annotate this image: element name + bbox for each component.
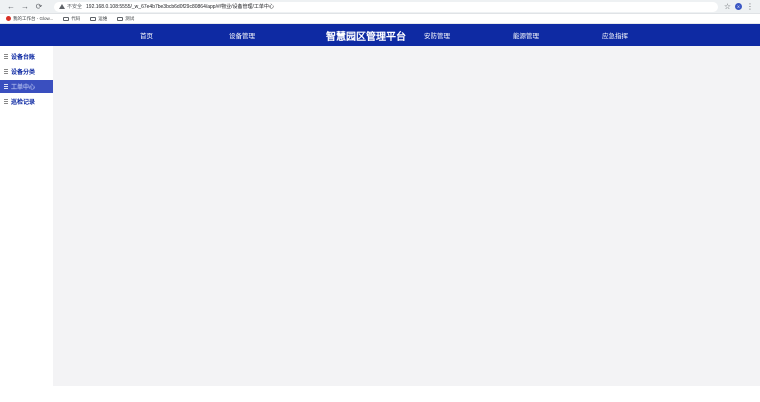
bookmarks-bar: 我的工作台 - Glow... 代码 运维 测试 xyxy=(0,14,760,24)
nav-energy[interactable]: 能源管理 xyxy=(513,24,539,46)
list-icon xyxy=(4,54,8,59)
profile-avatar[interactable]: X xyxy=(735,3,742,10)
browser-menu-icon[interactable]: ⋮ xyxy=(746,2,754,11)
list-icon xyxy=(4,69,8,74)
nav-equipment[interactable]: 设备管理 xyxy=(229,24,255,46)
bookmark-star-icon[interactable]: ☆ xyxy=(724,2,731,11)
bookmark-folder[interactable]: 运维 xyxy=(90,16,107,22)
bookmark-label: 测试 xyxy=(125,15,135,21)
back-icon[interactable]: ← xyxy=(6,2,16,12)
warning-icon xyxy=(59,4,65,9)
nav-security[interactable]: 安防管理 xyxy=(424,24,450,46)
sidebar-item-label: 设备台账 xyxy=(11,55,36,61)
site-favicon-icon xyxy=(6,16,11,21)
folder-icon xyxy=(117,16,124,21)
security-warning[interactable]: 不安全 xyxy=(59,3,82,10)
url-text[interactable]: 192.168.0.108:5555/_w_67e4b7be3bcb6d0f29… xyxy=(86,3,274,10)
sidebar: 设备台账 设备分类 工单中心 巡检记录 xyxy=(0,46,53,386)
forward-icon[interactable]: → xyxy=(20,2,30,12)
address-bar[interactable]: 不安全 192.168.0.108:5555/_w_67e4b7be3bcb6d… xyxy=(54,1,718,12)
bookmark-label: 代码 xyxy=(71,15,81,21)
sidebar-item-work-order-center[interactable]: 工单中心 xyxy=(0,80,53,93)
main-content-area xyxy=(53,46,760,386)
sidebar-item-label: 巡检记录 xyxy=(11,100,36,106)
list-icon xyxy=(4,99,8,104)
nav-home[interactable]: 首页 xyxy=(140,24,153,46)
page-title: 智慧园区管理平台 xyxy=(326,31,406,43)
sidebar-item-label: 设备分类 xyxy=(11,70,36,76)
reload-icon[interactable]: ⟳ xyxy=(34,2,44,12)
sidebar-item-equipment-category[interactable]: 设备分类 xyxy=(0,65,53,78)
sidebar-item-inspection-records[interactable]: 巡检记录 xyxy=(0,95,53,108)
browser-toolbar: ← → ⟳ 不安全 192.168.0.108:5555/_w_67e4b7be… xyxy=(0,0,760,14)
bookmark-label: 运维 xyxy=(98,15,108,21)
bookmark-item[interactable]: 我的工作台 - Glow... xyxy=(6,16,53,22)
folder-icon xyxy=(63,16,70,21)
nav-emergency[interactable]: 应急指挥 xyxy=(602,24,628,46)
sidebar-item-label: 工单中心 xyxy=(11,85,36,91)
main-layout: 设备台账 设备分类 工单中心 巡检记录 xyxy=(0,46,760,386)
app-header: 首页 设备管理 智慧园区管理平台 安防管理 能源管理 应急指挥 xyxy=(0,24,760,46)
bookmark-folder[interactable]: 测试 xyxy=(117,16,134,22)
bookmark-label: 我的工作台 - Glow... xyxy=(13,15,54,21)
list-icon xyxy=(4,84,8,89)
bookmark-folder[interactable]: 代码 xyxy=(63,16,80,22)
folder-icon xyxy=(90,16,97,21)
sidebar-item-equipment-ledger[interactable]: 设备台账 xyxy=(0,50,53,63)
security-label: 不安全 xyxy=(67,4,83,10)
